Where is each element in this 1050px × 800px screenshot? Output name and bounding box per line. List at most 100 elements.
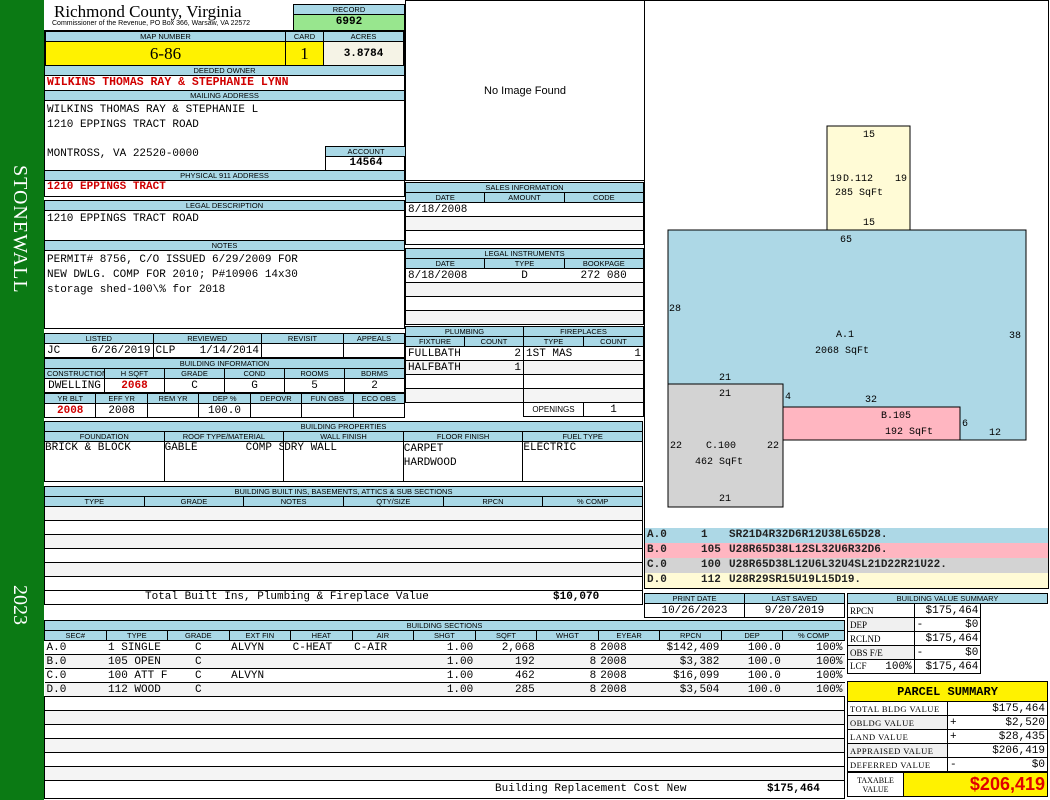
section-cell: 2008 xyxy=(598,640,660,655)
instr-date-header: DATE xyxy=(404,258,486,269)
value-summary-amount: $0 xyxy=(965,618,979,631)
legal-box: LEGAL DESCRIPTION 1210 EPPINGS TRACT ROA… xyxy=(44,200,405,241)
sales-box: SALES INFORMATION DATE AMOUNT CODE 8/18/20… xyxy=(404,182,645,245)
replacement-cost-label: Building Replacement Cost New xyxy=(495,783,687,795)
value-summary-row: RPCN $175,464 xyxy=(847,603,1048,618)
account-box: ACCOUNT 14564 xyxy=(325,146,406,171)
bi-value: G xyxy=(224,378,285,393)
section-cell xyxy=(290,654,353,669)
section-cell: 192 xyxy=(475,654,537,669)
building-sketch: D.112 285 SqFt A.1 2068 SqFt B.105 192 SqFt C.… xyxy=(644,0,1049,529)
sketch-code: SR21D4R32D6R12U38L65D28. xyxy=(729,529,888,541)
parcel-summary-label: DEFERRED VALUE xyxy=(847,757,948,772)
parcel-box: MAP NUMBER CARD ACRES 6-86 1 3.8784 xyxy=(44,30,405,66)
instr-date: 8/18/2008 xyxy=(404,268,485,283)
instr-type: D xyxy=(484,268,565,283)
section-cell: C xyxy=(167,668,230,683)
bi-header: YR BLT xyxy=(43,393,97,404)
physical-label: PHYSICAL 911 ADDRESS xyxy=(45,171,404,181)
sales-label: SALES INFORMATION xyxy=(405,182,644,193)
reviewed-date: 1/14/2014 xyxy=(199,344,259,357)
sketch-label: 4 xyxy=(785,392,791,403)
card-number: 1 xyxy=(285,41,324,66)
bi-value: 2008 xyxy=(43,403,97,418)
sketch-code: 100 xyxy=(701,559,721,571)
sketch-area-b xyxy=(782,406,961,441)
mailing-label: MAILING ADDRESS xyxy=(45,91,404,101)
replacement-cost-value: $175,464 xyxy=(767,783,820,795)
parcel-summary-amount: $206,419 xyxy=(992,744,1045,757)
fixture-count: 2 xyxy=(464,346,524,361)
parcel-summary-label: TOTAL BLDG VALUE xyxy=(847,701,948,716)
builtins-label: BUILDING BUILT INS, BASEMENTS, ATTICS & … xyxy=(44,486,643,497)
roof-header: ROOF TYPE/MATERIAL xyxy=(163,431,285,442)
section-cell: 1.00 xyxy=(413,668,476,683)
section-cell: B.0 xyxy=(44,654,107,669)
section-cell: 1.00 xyxy=(413,682,476,697)
openings-label: OPENINGS xyxy=(523,402,584,417)
legal-text: 1210 EPPINGS TRACT ROAD xyxy=(47,213,199,225)
section-cell: 8 xyxy=(536,654,599,669)
floor-finish: CARPET xyxy=(403,443,444,455)
section-cell xyxy=(229,682,291,697)
record-number: 6992 xyxy=(294,15,404,31)
section-header: RPCN xyxy=(659,630,722,641)
value-summary-label: RPCN xyxy=(850,605,874,616)
fp-type-header: TYPE xyxy=(523,336,584,347)
parcel-summary-label: APPRAISED VALUE xyxy=(847,743,948,758)
builtin-rpcn-header: RPCN xyxy=(442,496,544,507)
reviewed-by: CLP xyxy=(155,344,176,357)
sketch-label: 65 xyxy=(840,235,852,246)
building-info-label: BUILDING INFORMATION xyxy=(44,358,405,369)
sketch-label: 285 SqFt xyxy=(835,188,883,199)
parcel-summary-sign: - xyxy=(950,758,957,771)
fuel-header: FUEL TYPE xyxy=(522,431,643,442)
map-number: 6-86 xyxy=(45,41,286,66)
section-cell: D.0 xyxy=(44,682,107,697)
value-summary-row: OBS F/E - $0 xyxy=(847,645,1048,660)
sketch-label: 192 SqFt xyxy=(885,427,933,438)
bi-header: GRADE xyxy=(164,368,225,379)
sketch-code-row: B.0 105 U28R65D38L12SL32U6R32D6. xyxy=(645,543,1048,558)
owner-label: DEEDED OWNER xyxy=(45,66,404,76)
parcel-summary-label: LAND VALUE xyxy=(847,729,948,744)
section-cell: C-AIR xyxy=(352,640,414,655)
section-cell: $16,099 xyxy=(659,668,722,683)
listed-date: 6/26/2019 xyxy=(91,344,151,357)
section-row: A.01 SINGLE FAMILYCALVYNC-HEATC-AIR1.002… xyxy=(44,640,845,655)
section-cell: ALVYN xyxy=(229,668,291,683)
map-label: MAP NUMBER xyxy=(45,31,286,42)
value-summary-box: BUILDING VALUE SUMMARY RPCN $175,464 DEP - $0… xyxy=(847,593,1048,674)
value-summary-row: LCF 100% $175,464 xyxy=(847,659,1048,674)
builtin-row xyxy=(44,520,643,535)
section-row xyxy=(44,696,845,711)
section-cell: 100.0 xyxy=(721,640,783,655)
instruments-label: LEGAL INSTRUMENTS xyxy=(405,248,644,259)
section-cell: 112 WOOD DECK xyxy=(106,682,168,697)
parcel-summary-row: DEFERRED VALUE - $0 xyxy=(847,757,1048,772)
foundation-value: BRICK & BLOCK xyxy=(44,441,165,482)
section-cell: $3,504 xyxy=(659,682,722,697)
parcel-summary-label: OBLDG VALUE xyxy=(847,715,948,730)
builtins-box: BUILDING BUILT INS, BASEMENTS, ATTICS & … xyxy=(44,486,643,605)
section-cell: C-HEAT xyxy=(290,640,353,655)
sales-amount xyxy=(484,202,565,217)
section-cell: 100% xyxy=(782,654,845,669)
mailing-line2: 1210 EPPINGS TRACT ROAD xyxy=(47,119,199,131)
sketch-label: 462 SqFt xyxy=(695,457,743,468)
parcel-summary-sign: + xyxy=(950,730,957,743)
builtin-row xyxy=(44,506,643,521)
sections-label: BUILDING SECTIONS xyxy=(44,620,845,631)
bi-header: BDRMS xyxy=(344,368,405,379)
section-cell: 100% xyxy=(782,640,845,655)
sketch-label: 21 xyxy=(719,494,731,505)
section-header: WHGT xyxy=(536,630,599,641)
section-cell: A.0 xyxy=(44,640,107,655)
value-summary-label: RCLND xyxy=(850,633,881,644)
print-date: 10/26/2023 xyxy=(644,603,745,618)
value-summary-label: LCF xyxy=(850,660,867,671)
section-cell: 285 xyxy=(475,682,537,697)
instr-bookpage: 272 080 xyxy=(564,268,645,283)
taxable-label: VALUE xyxy=(862,784,889,794)
sketch-code: D.0 xyxy=(647,574,667,586)
